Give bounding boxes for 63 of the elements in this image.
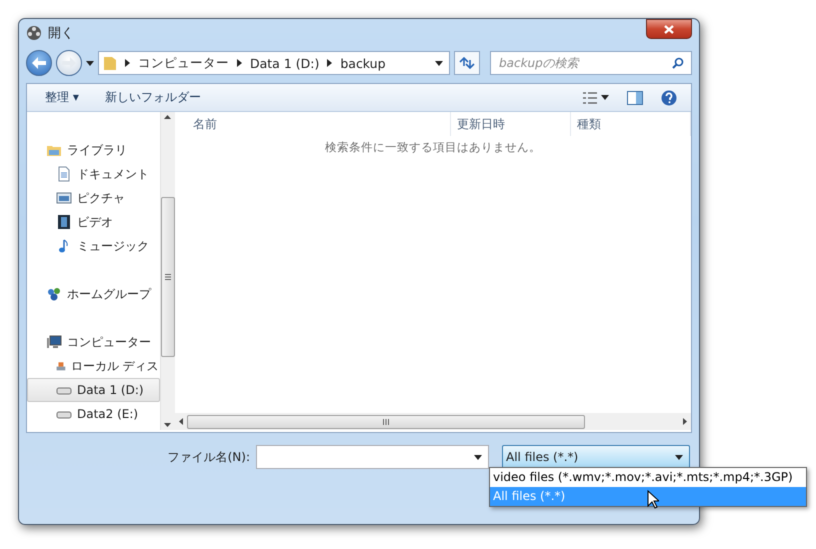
left-arrow-icon xyxy=(32,57,46,69)
homegroup-icon xyxy=(46,286,62,302)
list-view-icon xyxy=(583,92,597,104)
breadcrumb[interactable]: コンピューター xyxy=(138,54,229,72)
sidebar-item[interactable]: ライブラリ xyxy=(27,138,160,162)
column-header[interactable]: 更新日時 xyxy=(451,112,571,136)
breadcrumb[interactable]: Data 1 (D:) xyxy=(250,56,320,70)
file-type-dropdown[interactable]: All files (*.*) xyxy=(502,445,690,469)
organize-button[interactable]: 整理 ▾ xyxy=(35,86,89,109)
sidebar-item[interactable]: ドキュメント xyxy=(27,162,160,186)
new-folder-button[interactable]: 新しいフォルダー xyxy=(94,86,211,109)
close-icon xyxy=(664,24,674,34)
left-arrow-icon xyxy=(179,418,183,425)
address-bar[interactable]: コンピューター Data 1 (D:) backup xyxy=(98,51,450,75)
filename-label: ファイル名(N): xyxy=(166,449,251,466)
sidebar-item[interactable]: ローカル ディス xyxy=(27,354,160,378)
sidebar-item[interactable]: Data 1 (D:) xyxy=(27,378,160,402)
sidebar-item[interactable]: Data2 (E:) xyxy=(27,402,160,426)
caret-icon xyxy=(675,454,683,460)
refresh-button[interactable] xyxy=(454,51,480,75)
scroll-thumb[interactable] xyxy=(160,197,175,357)
help-icon xyxy=(661,90,677,106)
breadcrumb[interactable]: backup xyxy=(340,56,386,70)
breadcrumb-arrow-icon xyxy=(237,59,242,67)
caret-icon xyxy=(474,454,482,460)
caret-icon xyxy=(435,60,443,66)
caret-icon xyxy=(86,60,94,66)
down-arrow-icon xyxy=(164,423,172,427)
up-arrow-icon xyxy=(164,115,172,119)
filename-field[interactable] xyxy=(256,445,489,469)
sidebar-item[interactable]: ミュージック xyxy=(27,234,160,258)
sidebar-item[interactable]: コンピューター xyxy=(27,330,160,354)
sidebar-item[interactable]: ピクチャ xyxy=(27,186,160,210)
right-arrow-icon xyxy=(683,418,687,425)
film-reel-icon xyxy=(26,25,42,41)
right-arrow-icon xyxy=(62,57,76,69)
grip-icon xyxy=(383,418,389,424)
document-icon xyxy=(56,166,72,182)
breadcrumb-arrow-icon xyxy=(125,59,130,67)
breadcrumb-arrow-icon xyxy=(327,59,332,67)
column-header[interactable]: 名前 xyxy=(175,112,451,136)
caret-icon xyxy=(601,95,609,100)
search-icon xyxy=(672,57,684,69)
search-field[interactable]: backupの検索 xyxy=(490,51,692,75)
vertical-scrollbar[interactable] xyxy=(160,112,175,430)
sidebar-item[interactable]: ホームグループ xyxy=(27,282,160,306)
sidebar-item[interactable]: ビデオ xyxy=(27,210,160,234)
folder-icon xyxy=(103,55,117,71)
forward-button[interactable] xyxy=(56,50,82,76)
scroll-thumb[interactable] xyxy=(187,414,585,428)
film-icon xyxy=(56,214,72,230)
grip-icon xyxy=(164,274,171,280)
back-button[interactable] xyxy=(26,50,52,76)
window-title: 開く xyxy=(48,25,75,42)
column-header[interactable]: 種類 xyxy=(571,112,691,136)
refresh-icon xyxy=(459,57,475,69)
horizontal-scrollbar[interactable] xyxy=(175,413,691,430)
preview-pane-icon xyxy=(627,90,643,104)
close-button[interactable] xyxy=(646,19,692,39)
computer-icon xyxy=(46,334,62,350)
picture-icon xyxy=(56,190,72,206)
empty-message: 検索条件に一致する項目はありません。 xyxy=(325,140,541,154)
file-type-option[interactable]: video files (*.wmv;*.mov;*.avi;*.mts;*.mp4;*.3GP) xyxy=(490,468,806,487)
